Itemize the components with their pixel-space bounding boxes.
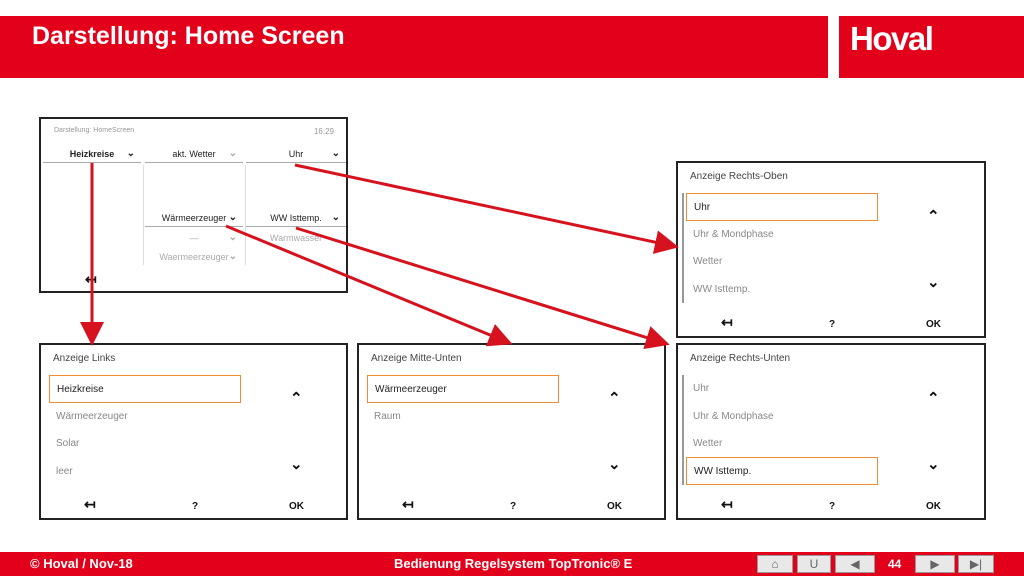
back-arrow-icon[interactable]: ↤	[84, 496, 96, 513]
chevron-up-icon[interactable]: ⌃	[927, 207, 940, 225]
scrollbar[interactable]	[682, 375, 684, 485]
list-item[interactable]: Solar	[49, 430, 241, 458]
dropdown-dim-3[interactable]: Waermeerzeuger ⌄	[145, 249, 243, 266]
chevron-down-icon: ⌄	[126, 148, 135, 159]
panel-rechts-unten: Anzeige Rechts-Unten Uhr Uhr & Mondphase…	[676, 343, 986, 520]
panel-title: Anzeige Rechts-Unten	[690, 353, 791, 364]
arrow-ww-to-rechts-unten	[295, 226, 670, 350]
chevron-up-icon[interactable]: ⌃	[290, 389, 303, 407]
home-screen-time: 16:29	[313, 127, 334, 136]
list-item[interactable]: Uhr	[686, 193, 878, 221]
dropdown-middle-low[interactable]: Wärmeerzeuger ⌄	[145, 210, 243, 227]
chevron-down-icon: ⌄	[228, 148, 237, 159]
dropdown-right-label: Uhr	[288, 149, 304, 159]
list-item[interactable]: Wärmeerzeuger	[367, 375, 559, 403]
home-button[interactable]: ⌂	[757, 555, 793, 573]
ok-button[interactable]: OK	[926, 501, 941, 512]
list-item[interactable]: WW Isttemp.	[686, 457, 878, 485]
dropdown-right-low[interactable]: WW Isttemp. ⌄	[246, 210, 346, 227]
help-button[interactable]: ?	[510, 501, 516, 512]
chevron-down-icon: ⌄	[228, 251, 237, 262]
list-item[interactable]: WW Isttemp.	[686, 276, 878, 304]
page-number: 44	[888, 557, 902, 571]
chevron-down-icon[interactable]: ⌄	[608, 455, 621, 473]
last-button[interactable]: ▶|	[958, 555, 994, 573]
dropdown-dim-2[interactable]: Warmwasser	[246, 230, 346, 247]
list-item[interactable]: Uhr	[686, 375, 878, 403]
panel-title: Anzeige Mitte-Unten	[371, 353, 462, 364]
dropdown-left[interactable]: Heizkreise ⌄	[43, 146, 141, 163]
prev-button[interactable]: ◀	[835, 555, 875, 573]
chevron-down-icon: ⌄	[331, 148, 340, 159]
panel-rechts-oben: Anzeige Rechts-Oben Uhr Uhr & Mondphase …	[676, 161, 986, 338]
back-arrow-icon[interactable]: ↤	[721, 496, 733, 513]
footer-copyright: © Hoval / Nov-18	[30, 556, 133, 571]
home-screen-title: Darstellung: HomeScreen	[54, 127, 135, 134]
panel-links: Anzeige Links Heizkreise Wärmeerzeuger S…	[39, 343, 348, 520]
dropdown-dim-1-label: —	[189, 233, 199, 243]
ok-button[interactable]: OK	[289, 501, 304, 512]
chevron-up-icon[interactable]: ⌃	[927, 389, 940, 407]
ok-button[interactable]: OK	[926, 319, 941, 330]
help-button[interactable]: ?	[829, 501, 835, 512]
scrollbar[interactable]	[682, 193, 684, 303]
footer-title: Bedienung Regelsystem TopTronic® E	[394, 556, 633, 571]
chevron-up-icon[interactable]: ⌃	[608, 389, 621, 407]
dropdown-middle-label: akt. Wetter	[172, 149, 216, 159]
chevron-down-icon[interactable]: ⌄	[927, 273, 940, 291]
divider	[143, 165, 144, 265]
dropdown-right[interactable]: Uhr ⌄	[246, 146, 346, 163]
dropdown-dim-1[interactable]: — ⌄	[145, 230, 243, 247]
dropdown-dim-2-label: Warmwasser	[269, 233, 323, 243]
help-button[interactable]: ?	[829, 319, 835, 330]
list-item[interactable]: Raum	[367, 403, 559, 431]
panel-title: Anzeige Rechts-Oben	[690, 171, 788, 182]
list-item[interactable]: Wärmeerzeuger	[49, 403, 241, 431]
list-item[interactable]: Uhr & Mondphase	[686, 221, 878, 249]
dropdown-middle[interactable]: akt. Wetter ⌄	[145, 146, 243, 163]
ok-button[interactable]: OK	[607, 501, 622, 512]
list-item[interactable]: Uhr & Mondphase	[686, 403, 878, 431]
list-item[interactable]: Wetter	[686, 430, 878, 458]
dropdown-middle-low-label: Wärmeerzeuger	[161, 213, 227, 223]
list-item[interactable]: Wetter	[686, 248, 878, 276]
chevron-down-icon: ⌄	[228, 212, 237, 223]
dropdown-left-label: Heizkreise	[69, 149, 115, 159]
chevron-down-icon[interactable]: ⌄	[290, 455, 303, 473]
back-arrow-icon[interactable]: ↤	[402, 496, 414, 513]
hoval-logo: Hoval	[850, 20, 934, 57]
undo-button[interactable]: U	[797, 555, 831, 573]
dropdown-right-low-label: WW Isttemp.	[270, 213, 322, 223]
page-title: Darstellung: Home Screen	[32, 22, 345, 50]
chevron-down-icon[interactable]: ⌄	[927, 455, 940, 473]
panel-title: Anzeige Links	[53, 353, 116, 364]
list-item[interactable]: leer	[49, 458, 241, 486]
list-item[interactable]: Heizkreise	[49, 375, 241, 403]
next-button[interactable]: ▶	[915, 555, 955, 573]
dropdown-dim-3-label: Waermeerzeuger	[159, 252, 229, 262]
chevron-down-icon: ⌄	[228, 232, 237, 243]
back-arrow-icon[interactable]: ↤	[721, 314, 733, 331]
home-screen-panel: Darstellung: HomeScreen 16:29 Heizkreise…	[39, 117, 348, 293]
arrow-uhr-to-rechts-oben	[294, 163, 679, 254]
help-button[interactable]: ?	[192, 501, 198, 512]
back-arrow-icon[interactable]: ↤	[85, 271, 97, 288]
chevron-down-icon: ⌄	[331, 212, 340, 223]
panel-mitte-unten: Anzeige Mitte-Unten Wärmeerzeuger Raum ⌃…	[357, 343, 666, 520]
